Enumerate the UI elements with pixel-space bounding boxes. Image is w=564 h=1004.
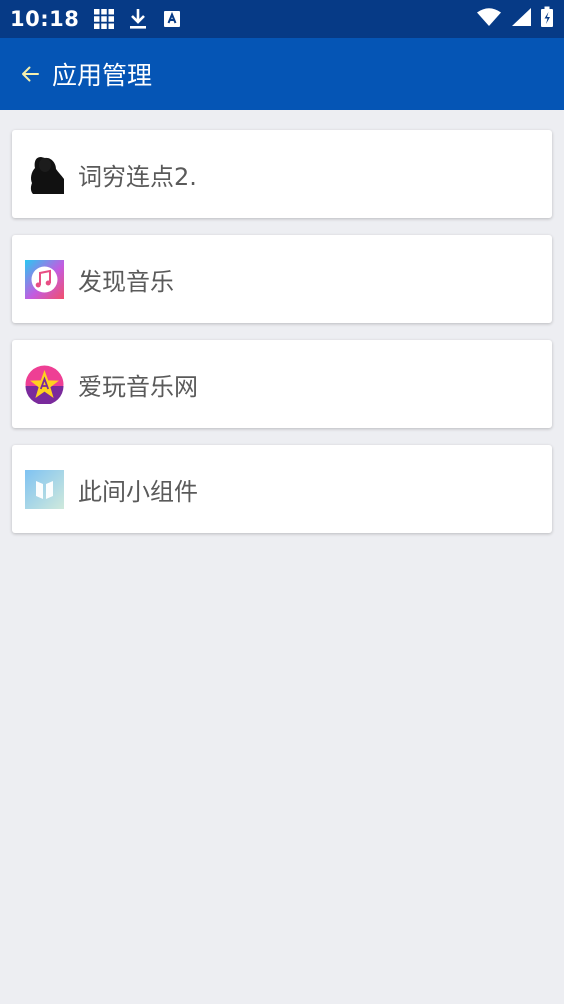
app-bar: 应用管理 [0, 38, 564, 110]
page-title: 应用管理 [52, 61, 153, 90]
music-note-app-icon [25, 259, 64, 299]
app-list-item-aiwan[interactable]: 爱玩音乐网 [12, 340, 552, 428]
signal-icon [510, 7, 532, 31]
app-name: 词穷连点2. [78, 162, 197, 191]
status-time: 10:18 [10, 7, 80, 31]
app-list-item-cijian[interactable]: 此间小组件 [12, 445, 552, 533]
download-icon [127, 8, 149, 30]
book-app-icon [25, 469, 64, 509]
app-name: 发现音乐 [78, 267, 174, 296]
status-bar: 10:18 [0, 0, 564, 38]
app-name: 爱玩音乐网 [78, 372, 198, 401]
star-app-icon [25, 365, 64, 405]
app-name: 此间小组件 [78, 477, 198, 506]
app-list-item-music[interactable]: 发现音乐 [12, 235, 552, 323]
status-right-group [476, 6, 554, 32]
app-list-item-cq[interactable]: 词穷连点2. [12, 130, 552, 218]
keyboard-icon [161, 8, 183, 30]
battery-icon [540, 6, 554, 32]
app-list: 词穷连点2. 发现音乐 爱玩音乐网 此间小组件 [12, 130, 552, 550]
back-arrow-icon[interactable] [20, 63, 42, 85]
grid-icon [93, 8, 115, 30]
wifi-icon [476, 7, 502, 31]
silhouette-app-icon [25, 154, 65, 194]
